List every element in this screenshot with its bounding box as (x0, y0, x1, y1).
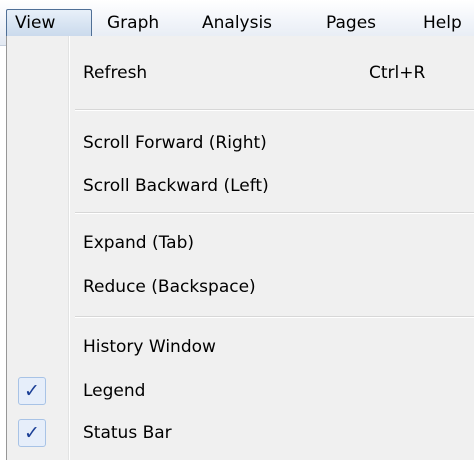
checkmark-icon: ✓ (18, 377, 46, 405)
menu-item-reduce-label: Reduce (Backspace) (83, 277, 256, 297)
menu-graph[interactable]: Graph (107, 9, 159, 37)
menu-item-scroll-backward-label: Scroll Backward (Left) (83, 176, 269, 196)
menu-item-history-window-label: History Window (83, 337, 216, 357)
menu-pages[interactable]: Pages (326, 9, 376, 37)
menu-item-refresh[interactable]: Refresh Ctrl+R (7, 55, 474, 91)
view-dropdown-menu: Refresh Ctrl+R Scroll Forward (Right) Sc… (6, 36, 474, 460)
menu-separator (75, 109, 474, 111)
menu-help[interactable]: Help (423, 9, 462, 37)
menu-item-expand-label: Expand (Tab) (83, 233, 195, 253)
menu-item-history-window[interactable]: History Window (7, 329, 474, 365)
menu-item-status-bar[interactable]: ✓ Status Bar (7, 415, 474, 451)
menu-view[interactable]: View (6, 9, 92, 37)
menu-analysis[interactable]: Analysis (202, 9, 272, 37)
menu-item-reduce[interactable]: Reduce (Backspace) (7, 269, 474, 305)
menu-separator (75, 316, 474, 318)
menu-item-scroll-forward-label: Scroll Forward (Right) (83, 133, 267, 153)
menu-item-expand[interactable]: Expand (Tab) (7, 225, 474, 261)
menu-item-status-bar-label: Status Bar (83, 423, 172, 443)
checkmark-icon: ✓ (18, 419, 46, 447)
menu-item-scroll-forward[interactable]: Scroll Forward (Right) (7, 125, 474, 161)
menu-separator (75, 212, 474, 214)
menu-item-legend[interactable]: ✓ Legend (7, 373, 474, 409)
refresh-shortcut: Ctrl+R (369, 63, 426, 83)
menu-item-refresh-label: Refresh (83, 63, 148, 83)
menu-item-legend-label: Legend (83, 381, 146, 401)
menu-item-scroll-backward[interactable]: Scroll Backward (Left) (7, 168, 474, 204)
